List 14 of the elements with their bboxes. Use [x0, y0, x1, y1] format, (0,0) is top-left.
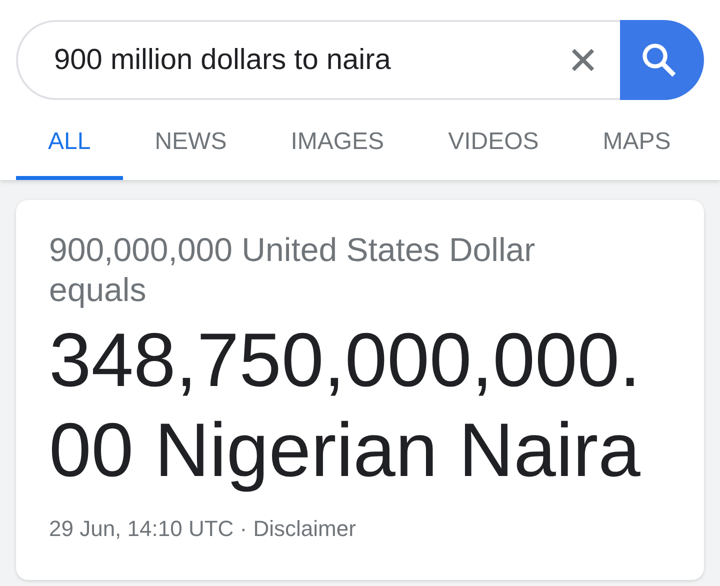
disclaimer-link[interactable]: Disclaimer	[253, 516, 356, 541]
tab[interactable]: NEWS	[122, 120, 259, 180]
timestamp-line: 29 Jun, 14:10 UTC · Disclaimer	[49, 516, 357, 542]
search-field[interactable]: 900 million dollars to naira	[16, 20, 620, 100]
tab[interactable]: MAPS	[570, 120, 703, 180]
search-button[interactable]	[620, 20, 704, 100]
close-icon	[570, 47, 596, 73]
search-input[interactable]: 900 million dollars to naira	[52, 42, 566, 78]
tab[interactable]: VIDEOS	[416, 120, 571, 180]
tab[interactable]: ALL	[16, 120, 123, 180]
search-icon	[640, 41, 678, 79]
source-amount: 900,000,000 United States Dollar equals	[49, 230, 536, 310]
converted-amount: 348,750,000,000.00 Nigerian Naira	[49, 317, 642, 495]
tab[interactable]: IMAGES	[258, 120, 416, 180]
